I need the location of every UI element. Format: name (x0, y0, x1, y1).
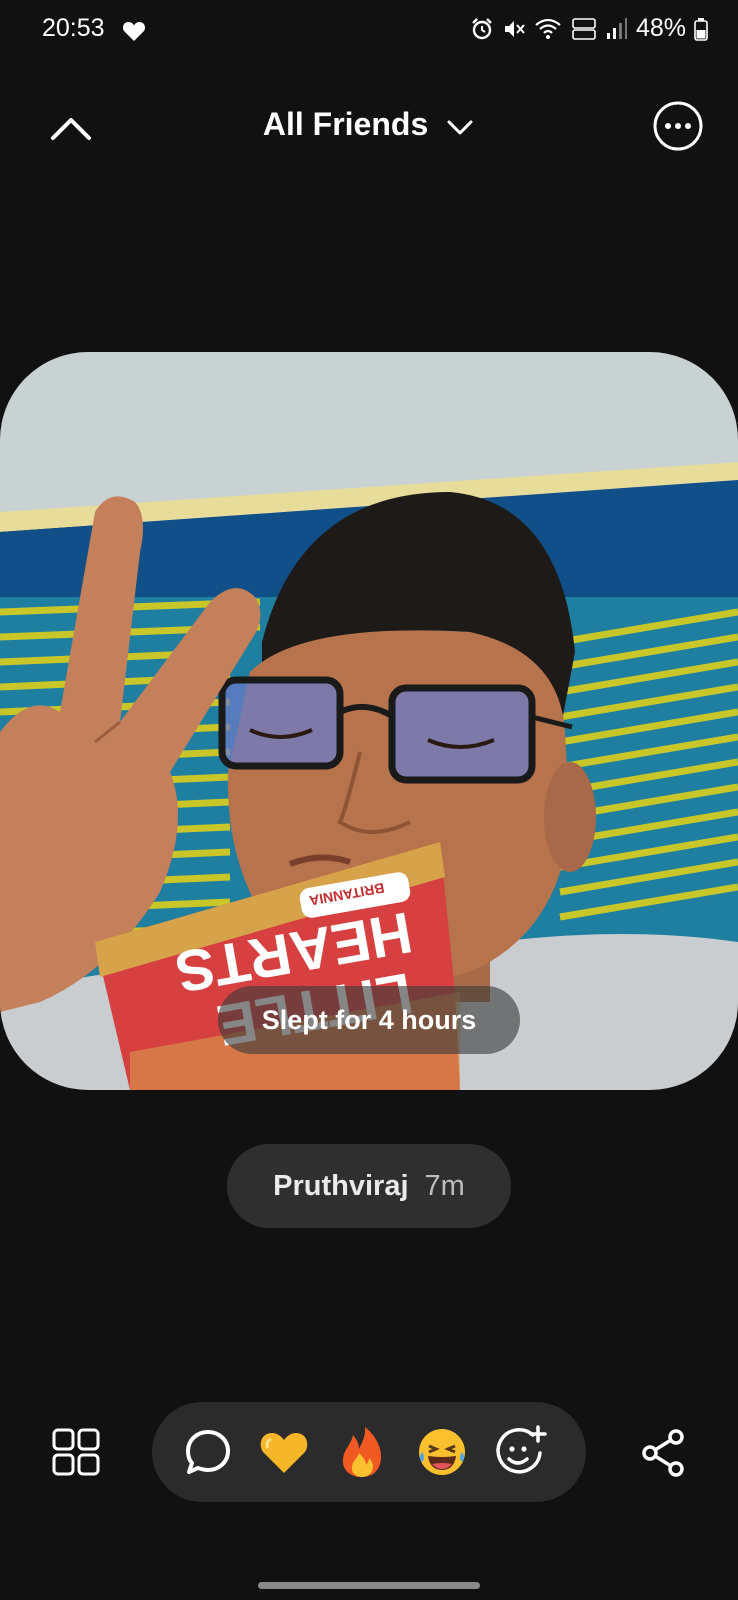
status-time: 20:53 (42, 14, 105, 42)
signal-icon (606, 17, 627, 39)
author-pill[interactable]: Pruthviraj 7m (227, 1144, 511, 1228)
comment-icon (186, 1430, 230, 1474)
share-icon[interactable] (640, 1428, 686, 1478)
home-indicator[interactable] (258, 1582, 480, 1589)
add-reaction-button[interactable] (492, 1424, 548, 1480)
grid-view-icon[interactable] (52, 1428, 100, 1476)
battery-percent: 48% (635, 14, 686, 42)
status-icons: 48% (470, 14, 708, 43)
alarm-icon (472, 17, 492, 39)
page-title: All Friends (262, 106, 429, 142)
heart-icon (122, 22, 146, 41)
post-photo-image: BRITANNIA LITTLE HEARTS (0, 352, 738, 1090)
reaction-bar (152, 1402, 586, 1502)
yellow-heart-emoji (260, 1433, 308, 1473)
laughing-emoji (419, 1429, 465, 1475)
yellow-heart-reaction[interactable] (256, 1424, 312, 1480)
status-bar: 20:53 48% (0, 0, 738, 62)
header: All Friends (0, 88, 738, 168)
post-photo[interactable]: BRITANNIA LITTLE HEARTS Slept for 4 hour… (0, 352, 738, 1090)
post-caption: Slept for 4 hours (218, 986, 520, 1054)
friends-filter-dropdown[interactable]: All Friends (0, 106, 738, 143)
battery-icon (694, 17, 708, 41)
laughing-reaction[interactable] (414, 1424, 470, 1480)
add-reaction-icon (496, 1425, 547, 1474)
volte-icon (572, 17, 596, 40)
chevron-down-icon (447, 120, 473, 135)
wifi-icon (535, 18, 561, 39)
author-name: Pruthviraj (273, 1169, 409, 1202)
fire-reaction[interactable] (334, 1424, 390, 1480)
mute-icon (504, 20, 525, 37)
fire-emoji (342, 1427, 382, 1477)
post-time: 7m (424, 1169, 465, 1202)
more-options-icon[interactable] (652, 100, 704, 152)
comment-button[interactable] (180, 1424, 236, 1480)
